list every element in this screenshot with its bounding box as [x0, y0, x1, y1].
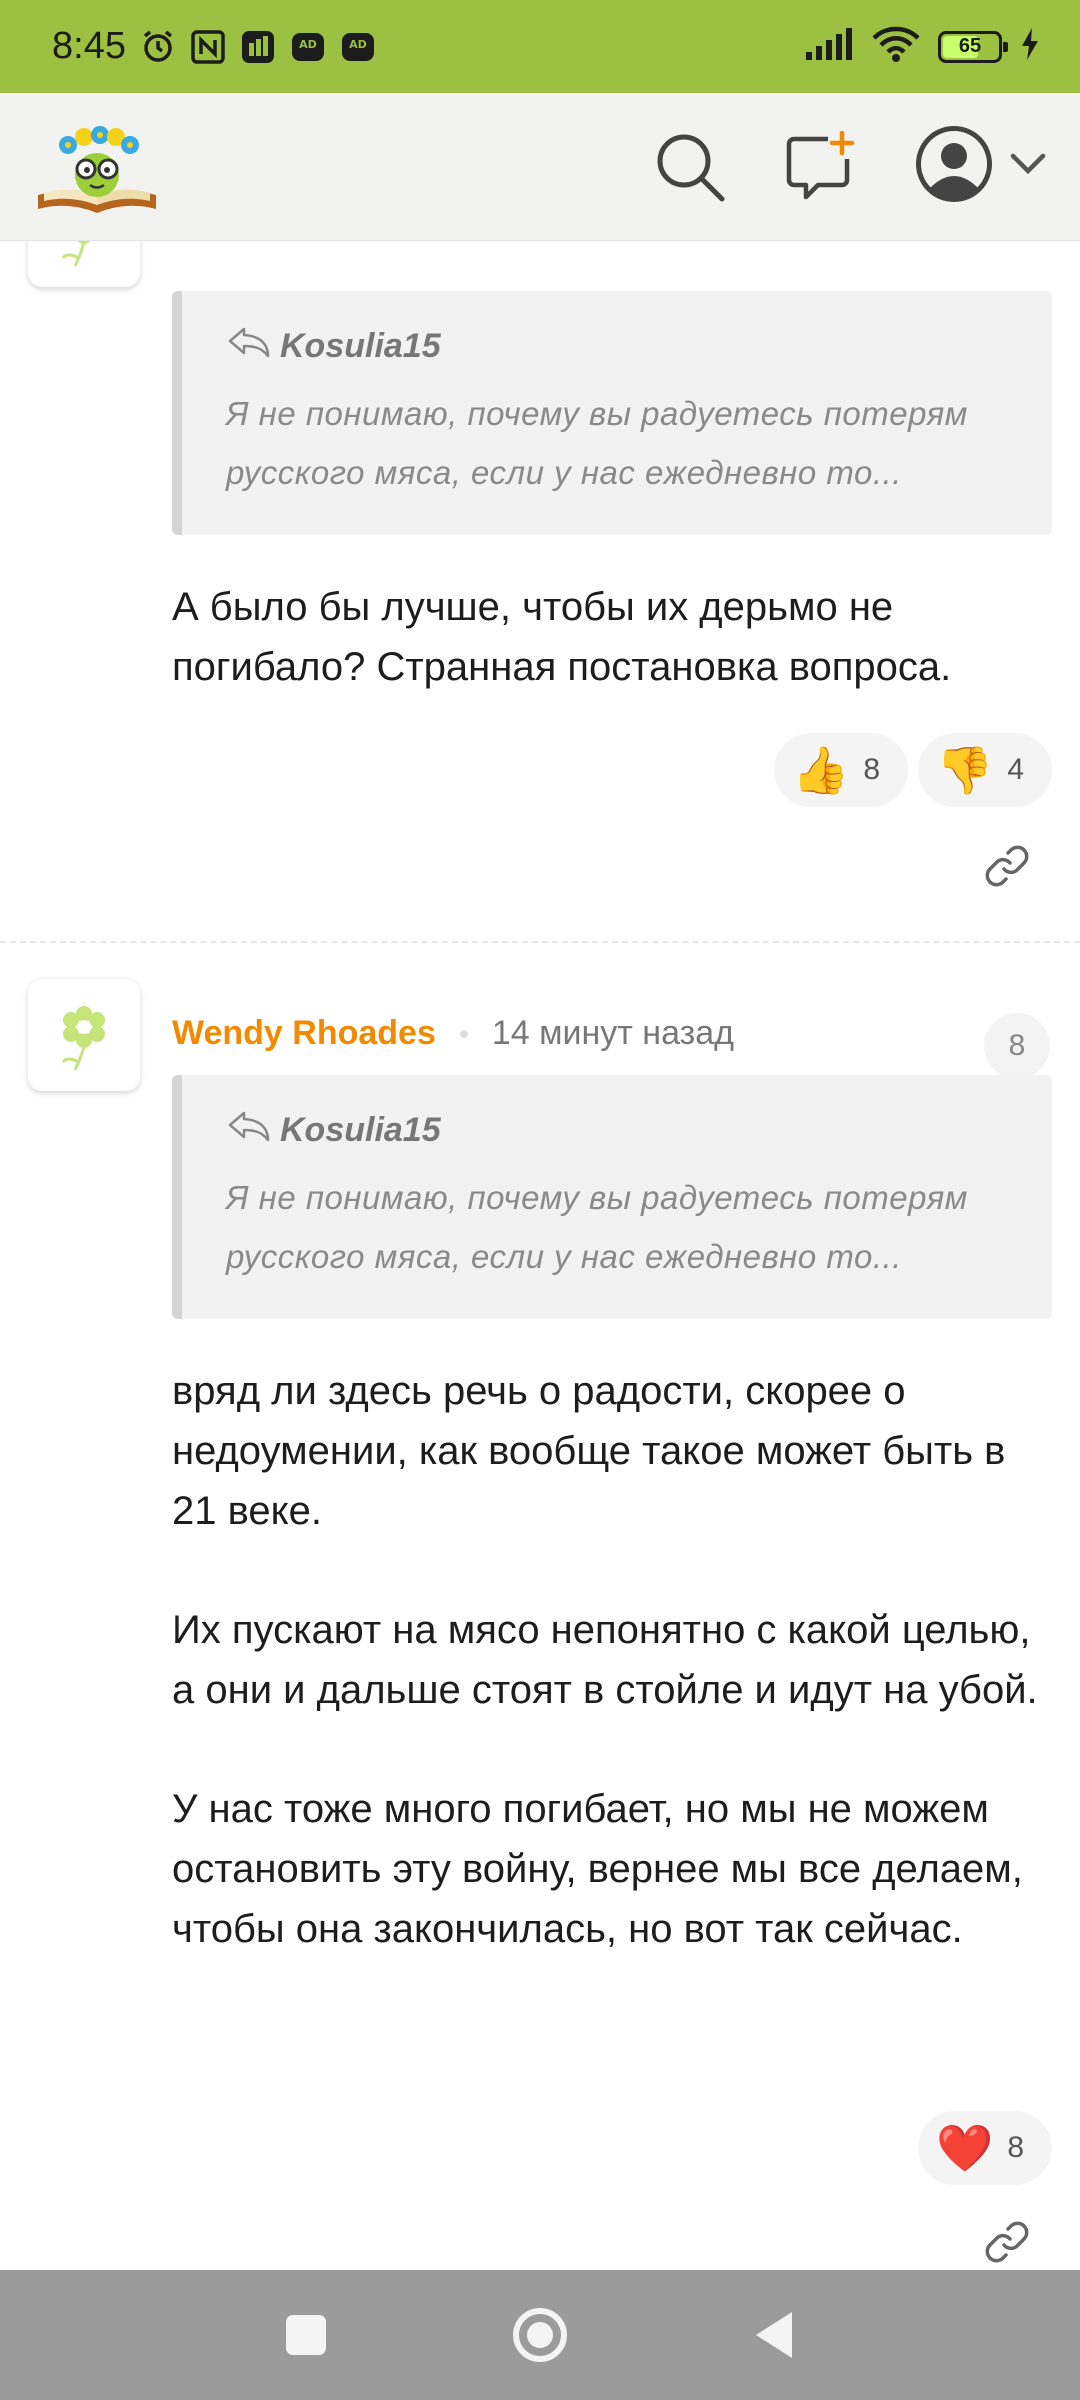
status-bar: 8:45 AD AD 65: [0, 0, 1080, 93]
dislike-count: 4: [1007, 753, 1024, 786]
profile-menu[interactable]: [914, 124, 1046, 209]
status-icons-right: 65: [804, 26, 1040, 67]
thumbs-up-icon: 👍: [792, 744, 850, 796]
alarm-icon: [140, 29, 176, 65]
charging-icon: [1020, 28, 1040, 65]
quote-author-name: Kosulia15: [280, 327, 441, 365]
comment-paragraph: Их пускают на мясо непонятно с какой цел…: [172, 1608, 1038, 1712]
link-icon[interactable]: [982, 841, 1032, 891]
heart-button[interactable]: ❤️ 8: [918, 2111, 1052, 2185]
quote-text: Я не понимаю, почему вы радуетесь потеря…: [226, 1179, 968, 1275]
separator-dot: [459, 1029, 468, 1038]
heart-count: 8: [1007, 2131, 1024, 2164]
battery-level: 65: [958, 35, 982, 57]
comment-author[interactable]: Wendy Rhoades: [172, 1014, 436, 1053]
quote-author: Kosulia15: [226, 1109, 1012, 1152]
home-button[interactable]: [508, 2303, 572, 2367]
logo-icon[interactable]: [34, 117, 160, 217]
status-icons-left: AD AD: [140, 29, 376, 65]
search-icon[interactable]: [654, 131, 726, 203]
svg-text:AD: AD: [299, 38, 317, 51]
status-time: 8:45: [52, 25, 126, 67]
avatar-icon[interactable]: [914, 124, 994, 209]
heart-icon: ❤️: [936, 2122, 994, 2174]
dislike-button[interactable]: 👎 4: [918, 733, 1052, 807]
ad-blocker-icon: AD: [290, 29, 326, 65]
reactions: 👍 8 👎 4: [774, 733, 1052, 807]
quote-block[interactable]: Kosulia15 Я не понимаю, почему вы радует…: [172, 291, 1052, 535]
battery-icon: 65: [938, 30, 1008, 63]
comments-list: Kosulia15 Я не понимаю, почему вы радует…: [0, 241, 1080, 2270]
screen: 8:45 AD AD 65 Kosulia15 Я не понимаю, по…: [0, 0, 1080, 2400]
header-actions: [654, 124, 1046, 209]
back-button[interactable]: [742, 2303, 806, 2367]
quote-block[interactable]: Kosulia15 Я не понимаю, почему вы радует…: [172, 1075, 1052, 1319]
comment-paragraph: А было бы лучше, чтобы их дерьмо не поги…: [172, 585, 952, 689]
comment-count-badge[interactable]: 8: [984, 1013, 1050, 1079]
comment-time: 14 минут назад: [491, 1014, 734, 1052]
reply-arrow-icon: [226, 1109, 272, 1152]
comment-paragraph: вряд ли здесь речь о радости, скорее о н…: [172, 1369, 1006, 1533]
quote-text: Я не понимаю, почему вы радуетесь потеря…: [226, 395, 968, 491]
reply-arrow-icon: [226, 325, 272, 368]
reactions: ❤️ 8: [918, 2111, 1052, 2185]
comment-paragraph: У нас тоже много погибает, но мы не може…: [172, 1787, 1023, 1951]
ad-blocker-icon: AD: [340, 29, 376, 65]
system-nav-bar: [0, 2270, 1080, 2400]
comment-body: А было бы лучше, чтобы их дерьмо не поги…: [172, 577, 1052, 697]
quote-author: Kosulia15: [226, 325, 1012, 368]
nfc-icon: [190, 29, 226, 65]
comment-body: вряд ли здесь речь о радости, скорее о н…: [172, 1361, 1052, 1959]
app-icon: [240, 29, 276, 65]
thumbs-down-icon: 👎: [936, 744, 994, 796]
quote-author-name: Kosulia15: [280, 1111, 441, 1149]
svg-text:AD: AD: [349, 38, 367, 51]
new-message-icon[interactable]: [784, 130, 856, 203]
comment-meta: Wendy Rhoades 14 минут назад: [172, 1014, 734, 1053]
signal-icon: [804, 28, 854, 65]
wifi-icon: [872, 26, 920, 67]
divider: [0, 941, 1080, 943]
app-header: [0, 93, 1080, 241]
like-button[interactable]: 👍 8: [774, 733, 909, 807]
avatar[interactable]: [28, 979, 140, 1091]
like-count: 8: [863, 753, 881, 786]
link-icon[interactable]: [982, 2217, 1032, 2267]
avatar[interactable]: [28, 241, 140, 287]
chevron-down-icon[interactable]: [1010, 153, 1046, 180]
recents-button[interactable]: [274, 2303, 338, 2367]
